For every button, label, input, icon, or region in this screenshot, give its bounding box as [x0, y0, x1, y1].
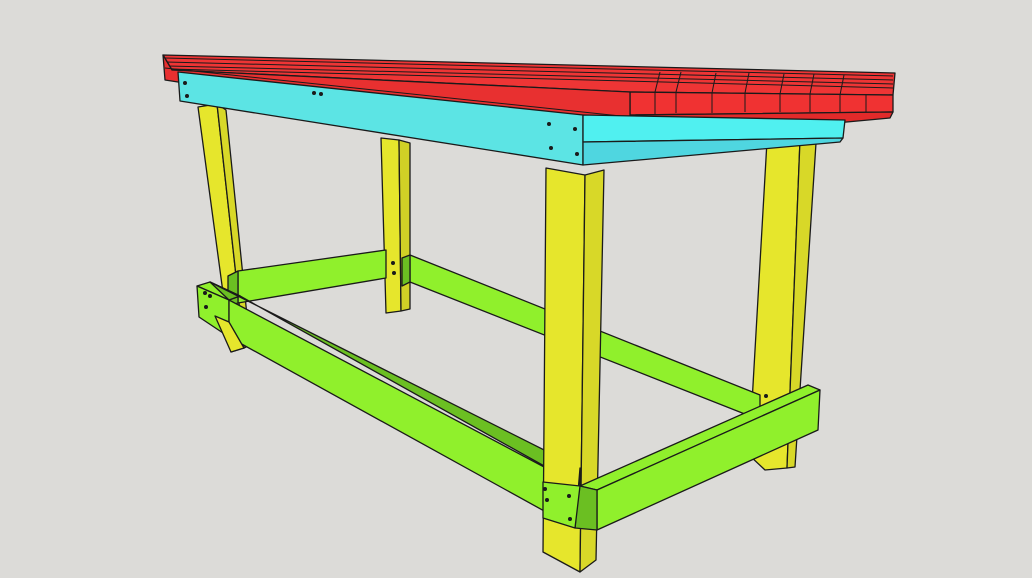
back-middle-leg [380, 137, 411, 314]
workbench-model [162, 54, 896, 573]
modeling-viewport[interactable] [0, 0, 1032, 578]
back-lower-stretcher [227, 249, 387, 307]
